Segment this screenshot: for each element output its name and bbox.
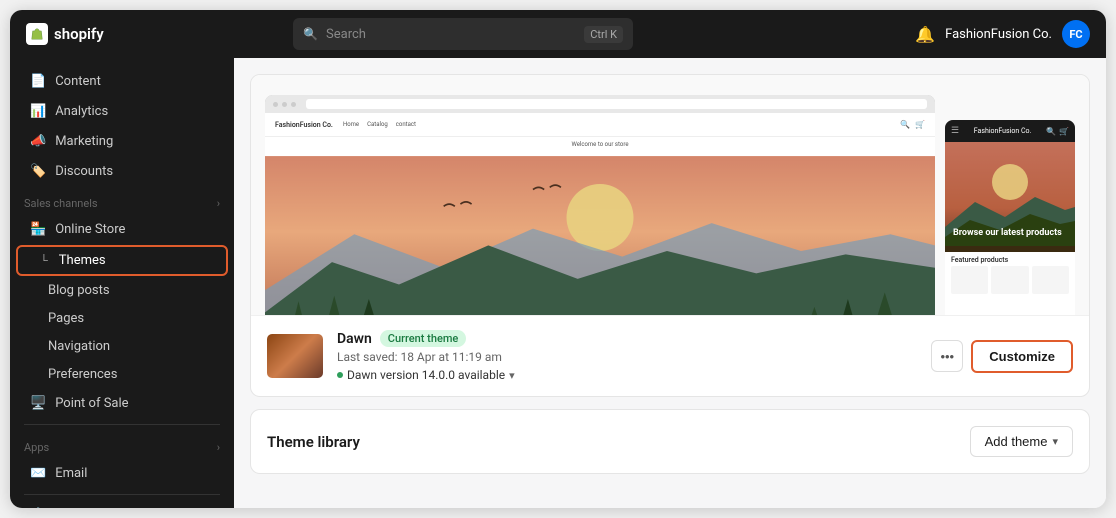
sidebar-item-navigation[interactable]: Navigation	[16, 333, 228, 360]
sidebar-label-online-store: Online Store	[55, 222, 125, 237]
discounts-icon: 🏷️	[30, 164, 46, 179]
sidebar-item-email[interactable]: ✉️ Email	[16, 459, 228, 488]
sidebar-item-themes[interactable]: └ Themes	[18, 247, 226, 274]
sidebar-item-content[interactable]: 📄 Content	[16, 67, 228, 96]
add-theme-label: Add theme	[985, 434, 1048, 449]
site-nav: Home Catalog contact	[343, 121, 416, 128]
site-welcome: Welcome to our store	[265, 137, 935, 150]
sidebar-label-content: Content	[55, 74, 101, 89]
version-dot	[337, 372, 343, 378]
site-header-logo: FashionFusion Co.	[275, 121, 333, 129]
sidebar-label-marketing: Marketing	[55, 134, 113, 149]
sidebar-divider	[24, 424, 220, 425]
theme-name-row: Dawn Current theme	[337, 330, 917, 347]
analytics-icon: 📊	[30, 104, 46, 119]
content-area: FashionFusion Co. Home Catalog contact 🔍…	[234, 58, 1106, 508]
desktop-content: FashionFusion Co. Home Catalog contact 🔍…	[265, 113, 935, 315]
topbar-right: 🔔 FashionFusion Co. FC	[915, 20, 1090, 48]
sidebar-item-online-store[interactable]: 🏪 Online Store	[16, 215, 228, 244]
mobile-product-item	[991, 266, 1028, 294]
sidebar-item-pages[interactable]: Pages	[16, 305, 228, 332]
version-chevron-icon[interactable]: ▾	[509, 369, 515, 382]
sidebar-item-analytics[interactable]: 📊 Analytics	[16, 97, 228, 126]
mobile-hero-text: Browse our latest products	[953, 228, 1062, 240]
sidebar-label-email: Email	[55, 466, 87, 481]
mobile-preview: ☰ FashionFusion Co. 🔍🛒	[945, 120, 1075, 315]
sidebar-label-analytics: Analytics	[55, 104, 108, 119]
marketing-icon: 📣	[30, 134, 46, 149]
theme-version-row: Dawn version 14.0.0 available ▾	[337, 368, 917, 382]
sidebar-label-discounts: Discounts	[55, 164, 113, 179]
sales-channels-section: Sales channels ›	[10, 187, 234, 214]
sales-channels-chevron[interactable]: ›	[217, 197, 220, 210]
themes-corner-icon: └	[40, 254, 48, 267]
mobile-icons: 🔍🛒	[1046, 127, 1069, 136]
theme-preview-card: FashionFusion Co. Home Catalog contact 🔍…	[250, 74, 1090, 397]
sidebar-item-pos[interactable]: 🖥️ Point of Sale	[16, 389, 228, 418]
themes-active-wrapper: └ Themes	[16, 245, 228, 276]
theme-details: Dawn Current theme Last saved: 18 Apr at…	[337, 330, 917, 382]
email-icon: ✉️	[30, 466, 46, 481]
mobile-product-item	[1032, 266, 1069, 294]
theme-thumbnail	[267, 334, 323, 378]
version-text: Dawn version 14.0.0 available	[347, 368, 505, 382]
mobile-product-grid	[945, 266, 1075, 294]
theme-save-time: Last saved: 18 Apr at 11:19 am	[337, 350, 917, 364]
sidebar-divider-2	[24, 494, 220, 495]
search-shortcut: Ctrl K	[584, 26, 623, 43]
navigation-label: Navigation	[48, 339, 110, 354]
browser-bar	[265, 95, 935, 113]
search-placeholder: Search	[326, 27, 366, 42]
shopify-bag-icon	[26, 23, 48, 45]
blog-posts-label: Blog posts	[48, 283, 110, 298]
pages-label: Pages	[48, 311, 84, 326]
bell-icon[interactable]: 🔔	[915, 25, 935, 44]
shopify-logo: shopify	[26, 23, 146, 45]
search-icon: 🔍	[303, 27, 318, 41]
apps-chevron[interactable]: ›	[217, 441, 220, 454]
more-options-button[interactable]: •••	[931, 340, 963, 372]
site-header: FashionFusion Co. Home Catalog contact 🔍…	[265, 113, 935, 137]
site-header-icons: 🔍🛒	[900, 120, 925, 129]
search-bar[interactable]: 🔍 Search Ctrl K	[293, 18, 633, 50]
mobile-hero: Browse our latest products	[945, 142, 1075, 252]
pos-icon: 🖥️	[30, 396, 46, 411]
theme-library-title: Theme library	[267, 433, 360, 451]
sidebar: 📄 Content 📊 Analytics 📣 Marketing 🏷️ Dis…	[10, 58, 234, 508]
sidebar-item-blog-posts[interactable]: Blog posts	[16, 277, 228, 304]
chevron-down-icon: ▾	[1052, 435, 1058, 448]
sidebar-label-themes: Themes	[59, 253, 106, 268]
theme-info-bar: Dawn Current theme Last saved: 18 Apr at…	[251, 315, 1089, 396]
preferences-label: Preferences	[48, 367, 117, 382]
sidebar-item-discounts[interactable]: 🏷️ Discounts	[16, 157, 228, 186]
add-theme-button[interactable]: Add theme ▾	[970, 426, 1073, 457]
mobile-menu-icon: ☰	[951, 126, 959, 136]
main-layout: 📄 Content 📊 Analytics 📣 Marketing 🏷️ Dis…	[10, 58, 1106, 508]
sidebar-item-settings[interactable]: ⚙️ Settings	[16, 501, 228, 508]
theme-library-section: Theme library Add theme ▾	[250, 409, 1090, 474]
online-store-icon: 🏪	[30, 222, 46, 237]
theme-name: Dawn	[337, 331, 372, 347]
customize-button[interactable]: Customize	[971, 340, 1073, 373]
mobile-products-label: Featured products	[945, 252, 1075, 266]
content-icon: 📄	[30, 74, 46, 89]
landscape-illustration	[265, 150, 935, 315]
mobile-store-name: FashionFusion Co.	[963, 127, 1042, 135]
sidebar-item-preferences[interactable]: Preferences	[16, 361, 228, 388]
desktop-preview: FashionFusion Co. Home Catalog contact 🔍…	[265, 95, 935, 315]
store-name: FashionFusion Co.	[945, 27, 1052, 42]
sales-channels-label: Sales channels	[24, 197, 98, 210]
current-theme-badge: Current theme	[380, 330, 467, 347]
topbar: shopify 🔍 Search Ctrl K 🔔 FashionFusion …	[10, 10, 1106, 58]
mobile-topbar-sim: ☰ FashionFusion Co. 🔍🛒	[945, 120, 1075, 142]
sidebar-label-pos: Point of Sale	[55, 396, 128, 411]
sidebar-item-marketing[interactable]: 📣 Marketing	[16, 127, 228, 156]
theme-actions: ••• Customize	[931, 340, 1073, 373]
avatar[interactable]: FC	[1062, 20, 1090, 48]
preview-images: FashionFusion Co. Home Catalog contact 🔍…	[251, 75, 1089, 315]
apps-label: Apps	[24, 441, 49, 454]
mobile-product-item	[951, 266, 988, 294]
apps-section: Apps ›	[10, 431, 234, 458]
